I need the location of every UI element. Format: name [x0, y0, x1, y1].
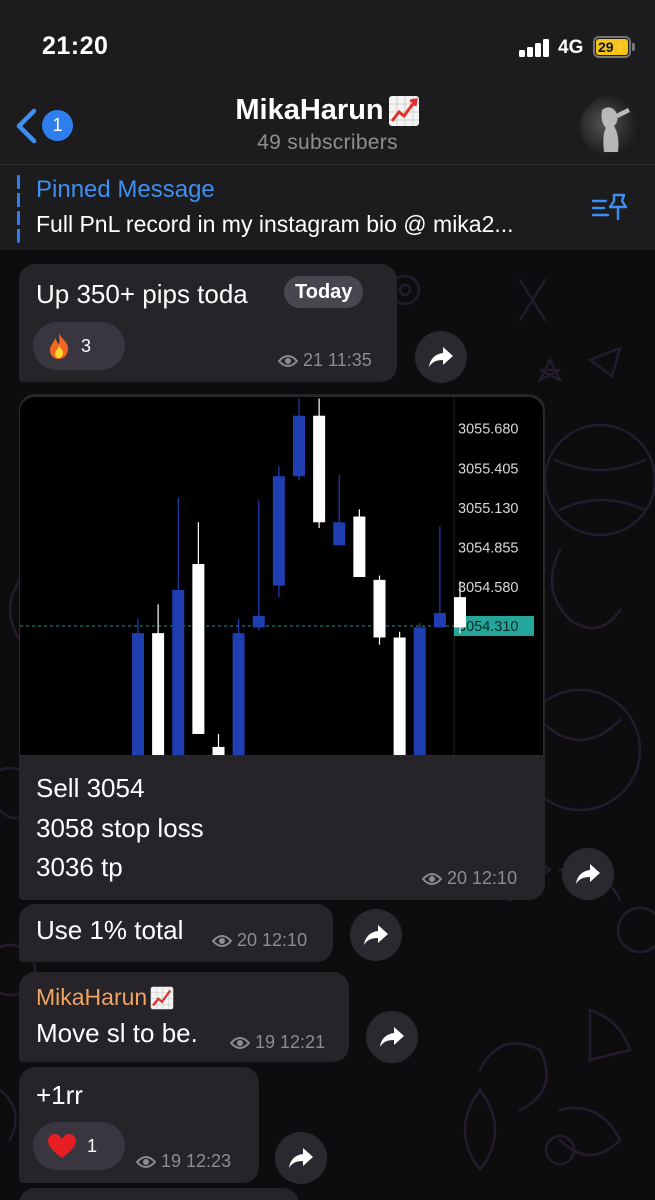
- candle-body: [454, 597, 466, 628]
- views-eye-icon: [212, 934, 232, 947]
- forward-button[interactable]: [275, 1132, 327, 1184]
- forward-button[interactable]: [366, 1011, 418, 1063]
- reaction-chip[interactable]: 1: [33, 1122, 125, 1170]
- forward-arrow-icon: [289, 1148, 313, 1168]
- message-text-line: 3036 tp: [36, 852, 123, 882]
- view-count: 21: [303, 350, 324, 370]
- pinned-label: Pinned Message: [36, 176, 215, 203]
- message-time: 12:23: [186, 1151, 232, 1171]
- forward-arrow-icon: [364, 925, 388, 945]
- message-meta: 21 11:35: [278, 350, 372, 371]
- battery-icon: 29 ⚡: [593, 36, 635, 58]
- candle-body: [232, 633, 245, 755]
- message-text-line: 3058 stop loss: [36, 813, 204, 843]
- message-meta: 20 12:10: [212, 930, 307, 951]
- candle-body: [152, 633, 165, 755]
- message-meta: 19 12:21: [230, 1032, 325, 1053]
- views-eye-icon: [136, 1155, 156, 1168]
- views-eye-icon: [422, 872, 442, 885]
- pinned-text: Full PnL record in my instagram bio @ mi…: [36, 211, 514, 237]
- reaction-chip[interactable]: 3: [33, 322, 125, 370]
- candle-body: [333, 522, 346, 546]
- message-time: 11:35: [328, 350, 372, 370]
- price-axis-tick: 3055.130: [458, 501, 518, 517]
- message-text: Move sl to be.: [36, 1018, 198, 1048]
- pinned-list-icon[interactable]: [590, 189, 630, 225]
- candle-body: [192, 564, 205, 734]
- forward-arrow-icon: [429, 347, 453, 367]
- price-axis-tick: 3055.680: [458, 422, 518, 438]
- status-time: 21:20: [42, 32, 109, 60]
- channel-name: MikaHarun: [235, 94, 384, 126]
- message-text-line: Sell 3054: [36, 773, 145, 803]
- battery-level: 29: [598, 39, 614, 55]
- reaction-count: 3: [81, 335, 92, 356]
- message-time: 12:10: [472, 868, 518, 888]
- subscriber-count: 49 subscribers: [257, 131, 398, 154]
- candle-body: [353, 516, 366, 577]
- candle-body: [272, 476, 285, 586]
- status-bar: 21:20 4G 29 ⚡: [0, 0, 655, 86]
- views-eye-icon: [278, 354, 298, 367]
- price-axis-tick: 3054.855: [458, 540, 518, 556]
- message-meta: 20 12:10: [422, 868, 517, 889]
- message-text: +1rr: [36, 1080, 83, 1110]
- message-time: 12:10: [262, 930, 308, 950]
- message-time: 12:21: [280, 1032, 326, 1052]
- chart-increasing-emoji-icon: [388, 95, 419, 126]
- sender-label: MikaHarun: [36, 984, 148, 1010]
- candle-body: [413, 627, 426, 755]
- message-text: Use 1% total: [36, 915, 184, 945]
- fire-emoji-icon: [50, 333, 69, 359]
- views-eye-icon: [230, 1036, 250, 1049]
- message-bubble-partial[interactable]: [19, 1188, 299, 1200]
- reaction-count: 1: [87, 1135, 98, 1156]
- chat-header: 1 MikaHarun 49 subscribers: [0, 86, 655, 164]
- date-pill: Today: [284, 276, 364, 308]
- view-count: 19: [161, 1151, 182, 1171]
- price-chart-image[interactable]: 3055.680 3055.405 3055.130 3054.855 3054.580…: [19, 396, 544, 756]
- view-count: 20: [447, 868, 468, 888]
- price-axis-tick: 3055.405: [458, 461, 518, 477]
- candle-body: [132, 633, 144, 755]
- pinned-message-bar[interactable]: Pinned Message Full PnL record in my ins…: [0, 164, 655, 250]
- network-type: 4G: [558, 37, 584, 58]
- cellular-signal-icon: [519, 39, 551, 57]
- candle-body: [373, 579, 386, 638]
- chart-increasing-emoji-icon: [150, 986, 174, 1009]
- price-axis-tick: 3054.580: [458, 580, 518, 596]
- view-count: 19: [255, 1032, 276, 1052]
- candle-body: [313, 415, 326, 523]
- sender-name: MikaHarun: [36, 984, 174, 1011]
- forward-arrow-icon: [380, 1027, 404, 1047]
- message-meta: 19 12:23: [136, 1151, 231, 1172]
- forward-button[interactable]: [562, 848, 614, 900]
- candle-body: [212, 746, 225, 755]
- view-count: 20: [237, 930, 258, 950]
- candle-body: [172, 589, 185, 755]
- candle-body: [393, 637, 406, 755]
- pinned-indicator: [17, 175, 20, 243]
- channel-title[interactable]: MikaHarun: [235, 94, 419, 127]
- forward-arrow-icon: [576, 864, 600, 884]
- candle-body: [293, 415, 305, 477]
- candle-body: [252, 615, 265, 628]
- message-text: Up 350+ pips toda: [36, 279, 248, 309]
- current-price-label: 3054.310: [458, 619, 518, 635]
- channel-avatar[interactable]: [580, 96, 642, 158]
- forward-button[interactable]: [350, 909, 402, 961]
- forward-button[interactable]: [415, 331, 467, 383]
- red-heart-emoji-icon: [48, 1134, 76, 1158]
- candle-body: [433, 613, 446, 628]
